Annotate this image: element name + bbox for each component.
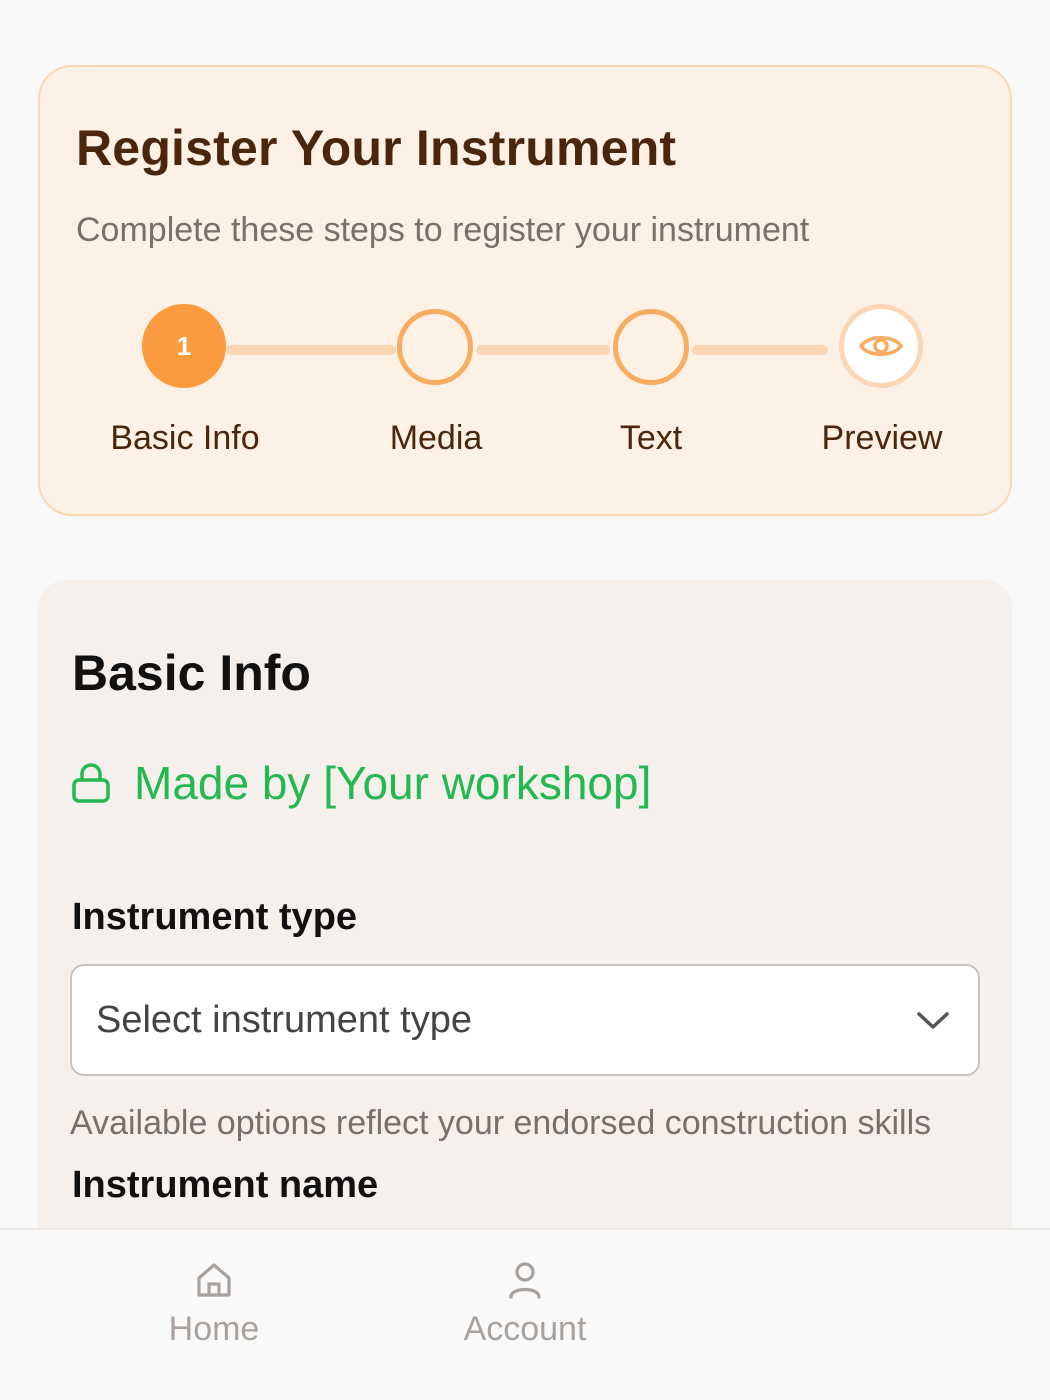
page-title: Register Your Instrument [76,120,677,176]
step-connector [226,345,396,355]
nav-item-account[interactable]: Account [425,1260,625,1349]
nav-item-home[interactable]: Home [114,1260,314,1349]
instrument-type-helper: Available options reflect your endorsed … [70,1104,932,1142]
step-connector [692,345,828,355]
registration-card: Register Your Instrument Complete these … [38,65,1012,516]
basic-info-form: Basic Info Made by [Your workshop] Instr… [38,580,1012,1280]
step-1-indicator[interactable]: 1 [142,304,226,388]
instrument-name-label: Instrument name [72,1164,379,1206]
nav-label-account: Account [463,1310,587,1348]
chevron-down-icon [917,1012,949,1029]
step-label-basic-info: Basic Info [110,419,260,457]
step-number: 1 [176,330,192,361]
user-icon [509,1262,541,1299]
step-label-media: Media [389,419,483,457]
step-label-text: Text [619,419,683,457]
nav-label-home: Home [168,1310,260,1348]
home-icon [197,1263,231,1297]
made-by-text: Made by [Your workshop] [134,757,652,809]
made-by-row: Made by [Your workshop] [70,756,651,810]
page-subtitle: Complete these steps to register your in… [76,211,810,249]
step-3-indicator[interactable] [613,309,689,385]
eye-icon [859,336,903,356]
page: Register Your Instrument Complete these … [0,0,1050,1400]
lock-icon [72,763,110,803]
form-title: Basic Info [72,645,311,701]
step-label-preview: Preview [821,419,943,457]
bottom-nav: Home Account [0,1228,1050,1400]
instrument-type-select[interactable]: Select instrument type [70,964,980,1076]
instrument-type-label: Instrument type [72,896,358,938]
instrument-type-placeholder: Select instrument type [96,998,472,1041]
step-connector [476,345,610,355]
step-4-indicator[interactable] [839,304,923,388]
step-2-indicator[interactable] [397,309,473,385]
